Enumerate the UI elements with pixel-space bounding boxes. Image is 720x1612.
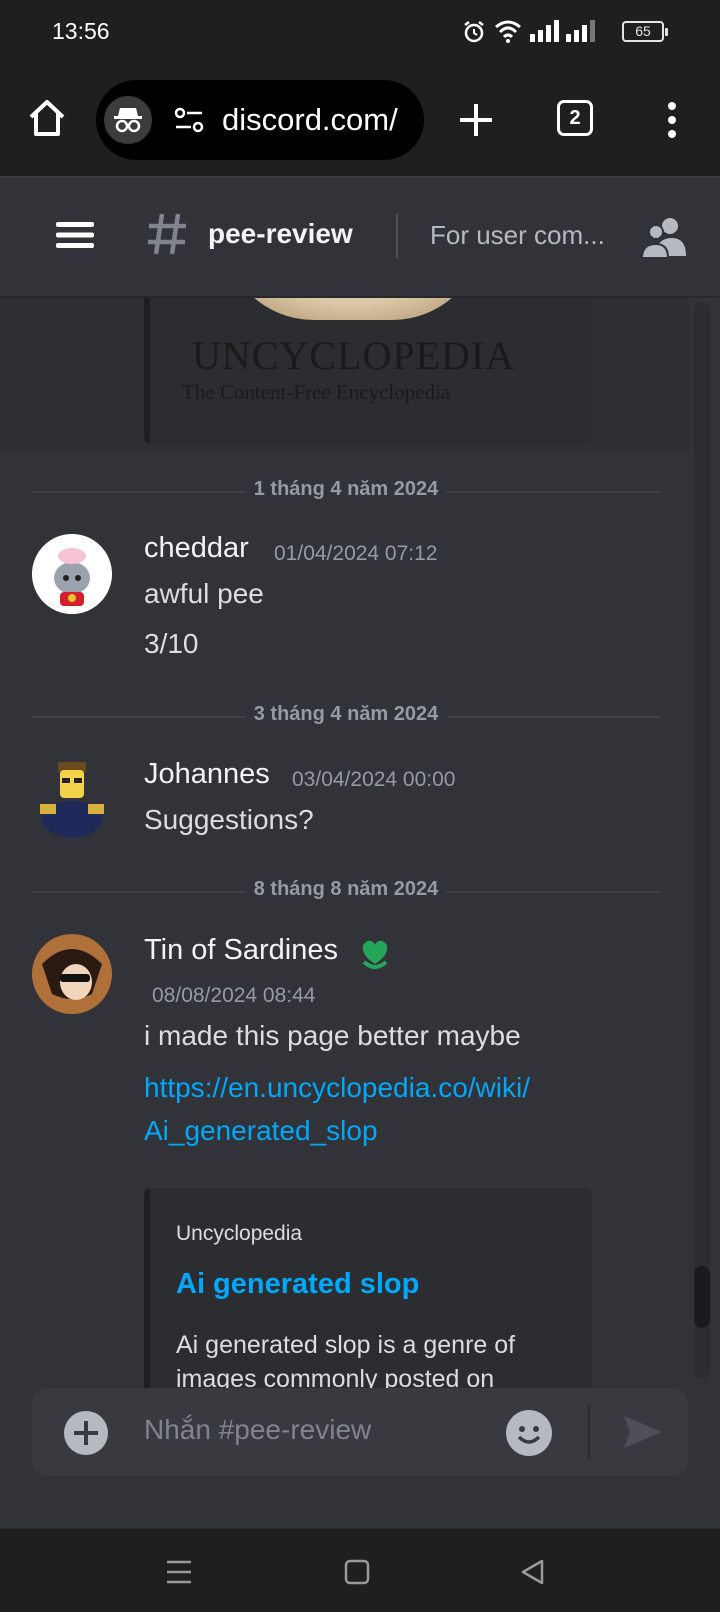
message-author[interactable]: cheddar [144, 532, 249, 565]
link-embed[interactable]: Uncyclopedia Ai generated slop Ai genera… [144, 1188, 592, 1388]
embed-description: Ai generated slop is a genre of images c… [176, 1331, 516, 1388]
home-square-icon[interactable] [342, 1557, 372, 1587]
message-link[interactable]: https://en.uncyclopedia.co/wiki/ Ai_gene… [144, 1066, 530, 1152]
smiley-icon [517, 1426, 541, 1444]
message-text: Suggestions? [144, 804, 314, 835]
signal-icon [530, 20, 559, 42]
back-icon[interactable] [518, 1557, 548, 1587]
message-link-line[interactable]: https://en.uncyclopedia.co/wiki/ [144, 1066, 530, 1109]
battery-icon: 65 [622, 21, 668, 42]
message-timestamp: 08/08/2024 08:44 [152, 984, 316, 1007]
clock: 13:56 [52, 18, 110, 44]
logo-subtitle: The Content-Free Encyclopedia [182, 380, 451, 404]
embed-provider[interactable]: Uncyclopedia [176, 1222, 302, 1246]
browser-toolbar: discord.com/ 2 [0, 64, 720, 176]
previous-message-row: UNCYCLOPEDIA The Content-Free Encycloped… [0, 298, 690, 454]
channel-name[interactable]: pee-review [208, 218, 353, 250]
message-timestamp: 03/04/2024 00:00 [292, 768, 456, 791]
incognito-icon [104, 96, 152, 144]
message-list[interactable]: UNCYCLOPEDIA The Content-Free Encycloped… [0, 298, 720, 1388]
emoji-button[interactable] [506, 1410, 552, 1456]
date-divider: 8 tháng 8 năm 2024 [32, 878, 660, 901]
address-bar[interactable]: discord.com/ [96, 80, 424, 160]
add-attachment-button[interactable] [64, 1411, 108, 1455]
avatar[interactable] [32, 758, 112, 838]
new-tab-icon[interactable] [456, 100, 496, 140]
scrollbar-track[interactable] [694, 302, 710, 1378]
composer-divider [588, 1404, 590, 1460]
message-timestamp: 01/04/2024 07:12 [274, 542, 438, 565]
header-divider [396, 214, 398, 258]
previous-link-embed[interactable]: UNCYCLOPEDIA The Content-Free Encycloped… [144, 298, 592, 444]
embed-title[interactable]: Ai generated slop [176, 1268, 419, 1301]
channel-topic[interactable]: For user com... [430, 220, 605, 251]
message-text: i made this page better maybe [144, 1020, 521, 1051]
signal-icon-2 [566, 20, 595, 42]
more-options-icon[interactable] [660, 100, 684, 140]
date-divider: 1 tháng 4 năm 2024 [32, 478, 660, 501]
text-channel-icon [148, 213, 186, 255]
hamburger-menu-icon[interactable] [56, 220, 94, 250]
system-navigation-bar [0, 1528, 720, 1612]
members-icon[interactable] [642, 216, 688, 260]
message-text: awful pee [144, 578, 264, 609]
url-text: discord.com/ [222, 102, 398, 137]
message-composer[interactable]: Nhắn #pee-review [32, 1388, 688, 1476]
message-author[interactable]: Tin of Sardines [144, 934, 338, 967]
message-link-line[interactable]: Ai_generated_slop [144, 1109, 530, 1152]
recents-menu-icon[interactable] [164, 1557, 194, 1587]
role-icon[interactable] [356, 934, 394, 972]
alarm-icon [464, 21, 484, 43]
home-icon[interactable] [26, 97, 68, 139]
logo-title: UNCYCLOPEDIA [192, 333, 516, 378]
scrollbar-thumb[interactable] [694, 1266, 710, 1328]
avatar[interactable] [32, 534, 112, 614]
status-bar: 13:56 65 [0, 0, 720, 64]
date-divider: 3 tháng 4 năm 2024 [32, 703, 660, 726]
message-input[interactable]: Nhắn #pee-review [144, 1414, 371, 1446]
avatar[interactable] [32, 934, 112, 1014]
wifi-icon [495, 20, 521, 43]
tab-switcher-button[interactable]: 2 [557, 100, 593, 136]
site-settings-icon[interactable] [174, 107, 204, 133]
uncyclopedia-logo-image [222, 298, 484, 320]
send-icon[interactable] [622, 1412, 664, 1452]
composer-area: Nhắn #pee-review [0, 1388, 720, 1528]
plus-icon [74, 1421, 98, 1445]
message-text: 3/10 [144, 628, 199, 659]
message-author[interactable]: Johannes [144, 758, 270, 791]
channel-header: pee-review For user com... [0, 176, 720, 298]
